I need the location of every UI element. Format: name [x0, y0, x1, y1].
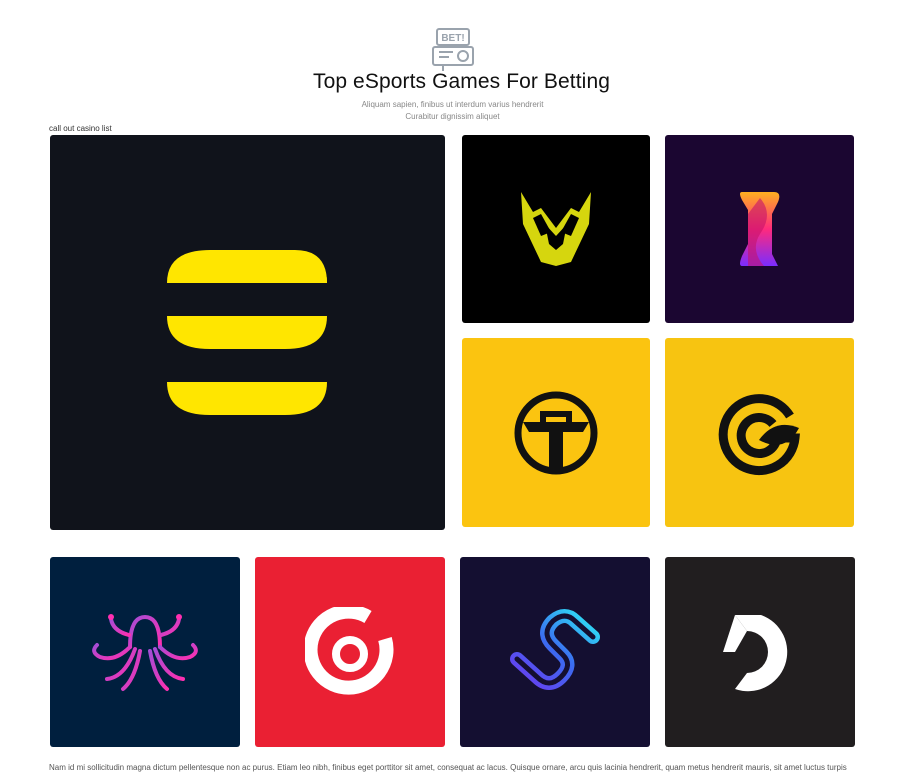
g-leaf-icon [718, 393, 800, 475]
gradient-i-icon [739, 192, 779, 266]
tile-yellow-s-logo[interactable] [50, 135, 445, 530]
tile-c-logo[interactable] [665, 557, 855, 747]
svg-text:BET!: BET! [441, 33, 464, 44]
callout-label: call out casino list [49, 124, 112, 133]
footer-paragraph: Nam id mi sollicitudin magna dictum pell… [49, 763, 847, 772]
page-title: Top eSports Games For Betting [312, 70, 611, 93]
bet-ticket-icon: BET! [432, 28, 474, 71]
target-icon [305, 607, 394, 695]
tile-octopus-logo[interactable] [50, 557, 240, 747]
neon-s-icon [510, 609, 600, 690]
t-circle-icon [514, 391, 598, 474]
tile-target-logo[interactable] [255, 557, 445, 747]
subtitle-line-2: Curabitur dignissim aliquet [405, 112, 500, 121]
tile-g-leaf-logo[interactable] [665, 338, 854, 527]
striped-s-icon [167, 250, 327, 415]
crest-icon [521, 192, 591, 266]
tile-neon-s-logo[interactable] [460, 557, 650, 747]
tile-gradient-i-logo[interactable] [665, 135, 854, 323]
octopus-icon [92, 614, 198, 691]
tile-crest-logo[interactable] [462, 135, 650, 323]
tile-t-circle-logo[interactable] [462, 338, 650, 527]
subtitle-line-1: Aliquam sapien, finibus ut interdum vari… [361, 100, 544, 109]
c-letter-icon [723, 615, 788, 692]
